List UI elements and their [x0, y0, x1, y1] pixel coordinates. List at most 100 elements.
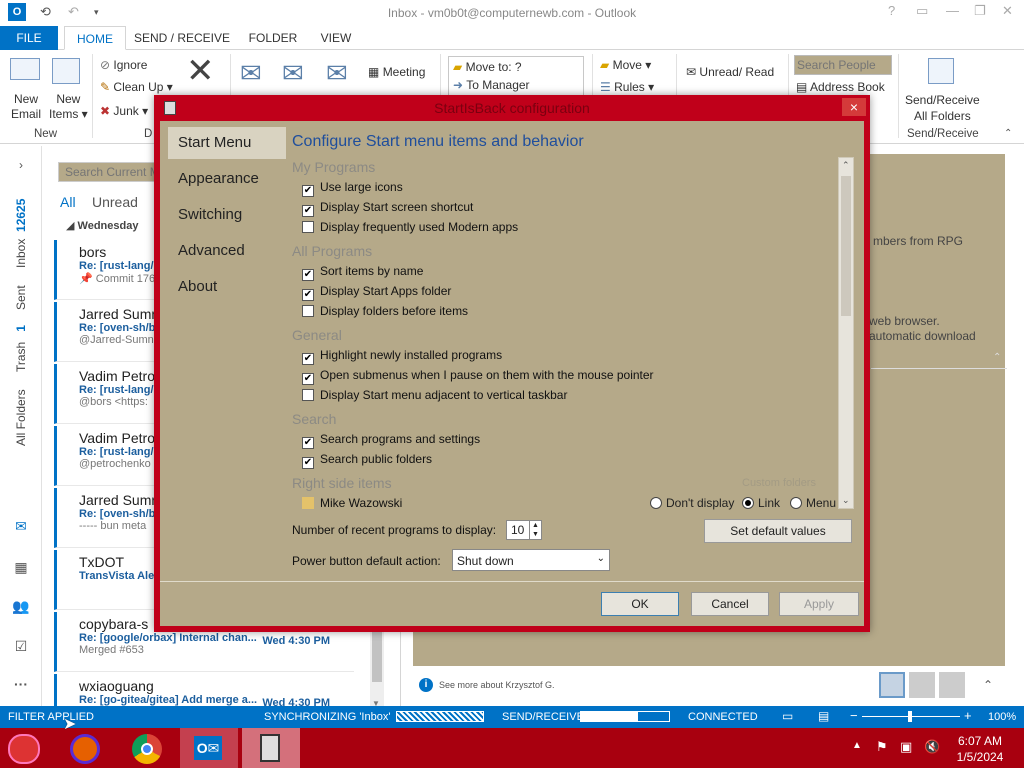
firefox-icon[interactable] [70, 734, 100, 764]
stepper-up-icon[interactable]: ▲ [529, 521, 541, 530]
chrome-icon[interactable] [132, 734, 162, 764]
right-item-row[interactable]: Mike Wazowski [302, 496, 402, 510]
network-icon[interactable]: ▣ [900, 739, 912, 755]
clock[interactable]: 6:07 AM 1/5/2024 [950, 733, 1010, 765]
option-open-submenus[interactable]: ✔ Open submenus when I pause on them with… [302, 368, 654, 385]
radio-button[interactable] [790, 497, 802, 509]
option-folders-before-items[interactable]: Display folders before items [302, 304, 468, 318]
set-default-values-button[interactable]: Set default values [704, 519, 852, 543]
option-sort-by-name[interactable]: ✔ Sort items by name [302, 264, 423, 281]
reply-icon[interactable]: ✉ [240, 58, 262, 89]
expand-people-icon[interactable]: ⌃ [983, 678, 993, 692]
sidebar-item-advanced[interactable]: Advanced [168, 235, 286, 267]
tray-overflow-icon[interactable]: ▲ [852, 740, 862, 751]
people-icon[interactable]: 👥 [12, 598, 30, 614]
radio-button-selected[interactable] [742, 497, 754, 509]
scrollbar-thumb[interactable] [841, 176, 851, 316]
scroll-up-icon[interactable]: ⌃ [842, 160, 850, 171]
nav-all-folders[interactable]: All Folders [14, 389, 28, 446]
checkbox[interactable]: ✔ [302, 269, 314, 281]
options-scrollbar[interactable]: ⌃ ⌄ [838, 157, 854, 509]
zoom-level[interactable]: 100% [988, 711, 1016, 723]
checkbox[interactable] [302, 305, 314, 317]
option-search-programs[interactable]: ✔ Search programs and settings [302, 432, 480, 449]
cancel-button[interactable]: Cancel [691, 592, 769, 616]
reply-all-icon[interactable]: ✉ [282, 58, 304, 89]
checkbox[interactable]: ✔ [302, 373, 314, 385]
option-frequent-modern-apps[interactable]: Display frequently used Modern apps [302, 220, 518, 234]
checkbox[interactable]: ✔ [302, 205, 314, 217]
scrollbar[interactable]: ▼ [370, 626, 384, 708]
help-icon[interactable]: ? [888, 3, 895, 18]
group-header[interactable]: ◢ Wednesday [66, 219, 138, 232]
quick-steps-gallery[interactable]: ▰ Move to: ? ➜ To Manager [448, 56, 584, 100]
nav-sent[interactable]: Sent [14, 285, 28, 310]
checkbox[interactable]: ✔ [302, 437, 314, 449]
sidebar-item-about[interactable]: About [168, 271, 286, 303]
forward-icon[interactable]: ✉ [326, 58, 348, 89]
nav-trash[interactable]: Trash 1 [14, 325, 28, 372]
zoom-out-icon[interactable]: − [850, 708, 858, 723]
junk-button[interactable]: ✖ Junk ▾ [100, 104, 148, 118]
nav-inbox[interactable]: Inbox 12625 [14, 199, 28, 268]
contact-avatar[interactable] [939, 672, 965, 698]
apply-button[interactable]: Apply [779, 592, 859, 616]
tasks-icon[interactable]: ☑ [12, 638, 30, 654]
reading-view-icon[interactable]: ▤ [818, 709, 829, 723]
tab-home[interactable]: HOME [64, 26, 126, 50]
ok-button[interactable]: OK [601, 592, 679, 616]
quick-step-move-to[interactable]: ▰ Move to: ? [449, 57, 583, 74]
power-button-select[interactable]: Shut down ⌄ [452, 549, 610, 571]
checkbox[interactable]: ✔ [302, 185, 314, 197]
checkbox[interactable]: ✔ [302, 289, 314, 301]
option-highlight-new[interactable]: ✔ Highlight newly installed programs [302, 348, 502, 365]
checkbox[interactable] [302, 389, 314, 401]
rules-button[interactable]: ☰ Rules ▾ [600, 80, 654, 94]
delete-icon[interactable]: ✕ [186, 54, 215, 88]
send-receive-all-button[interactable]: Send/Receive All Folders [905, 92, 980, 124]
start-button-icon[interactable] [8, 734, 40, 764]
tab-folder[interactable]: FOLDER [244, 26, 302, 50]
mail-icon[interactable]: ✉ [12, 518, 30, 534]
restore-icon[interactable]: ❐ [974, 3, 986, 19]
radio-menu[interactable]: Menu [790, 496, 836, 510]
dialog-title-bar[interactable]: StartIsBack configuration × [154, 95, 870, 121]
contact-avatar[interactable] [879, 672, 905, 698]
new-email-button[interactable]: New Email [11, 92, 41, 122]
sidebar-item-appearance[interactable]: Appearance [168, 163, 286, 195]
zoom-in-icon[interactable]: + [964, 708, 972, 723]
recent-programs-stepper[interactable]: 10 ▲ ▼ [506, 520, 542, 540]
tab-file[interactable]: FILE [0, 26, 58, 50]
checkbox[interactable]: ✔ [302, 353, 314, 365]
address-book-button[interactable]: ▤ Address Book [796, 80, 885, 94]
expand-pane-icon[interactable]: › [12, 158, 30, 172]
checkbox[interactable]: ✔ [302, 457, 314, 469]
stepper-down-icon[interactable]: ▼ [529, 530, 541, 539]
list-item[interactable]: wxiaoguang Re: [go-gitea/gitea] Add merg… [54, 674, 354, 709]
collapse-icon[interactable]: ⌃ [993, 352, 1001, 363]
option-start-apps-folder[interactable]: ✔ Display Start Apps folder [302, 284, 451, 301]
option-use-large-icons[interactable]: ✔ Use large icons [302, 180, 403, 197]
move-button[interactable]: ▰ Move ▾ [600, 58, 651, 72]
unread-read-button[interactable]: ✉ Unread/ Read [686, 65, 774, 79]
quick-step-to-manager[interactable]: ➜ To Manager [449, 74, 583, 92]
contact-avatar[interactable] [909, 672, 935, 698]
minimize-icon[interactable]: — [946, 3, 959, 18]
scroll-down-icon[interactable]: ⌄ [842, 495, 850, 506]
clean-up-button[interactable]: ✎ Clean Up ▾ [100, 80, 173, 94]
search-people-input[interactable] [794, 55, 892, 75]
checkbox[interactable] [302, 221, 314, 233]
filter-unread[interactable]: Unread [92, 194, 138, 210]
radio-link[interactable]: Link [742, 496, 780, 510]
option-search-public[interactable]: ✔ Search public folders [302, 452, 432, 469]
people-pane-text[interactable]: See more about Krzysztof G. [439, 680, 555, 690]
collapse-ribbon-icon[interactable]: ⌃ [1004, 128, 1012, 139]
option-adjacent-taskbar[interactable]: Display Start menu adjacent to vertical … [302, 388, 567, 402]
ribbon-display-icon[interactable]: ▭ [916, 3, 928, 19]
filter-status[interactable]: FILTER APPLIED [8, 711, 94, 723]
calendar-icon[interactable]: ▦ [12, 559, 30, 575]
normal-view-icon[interactable]: ▭ [782, 709, 793, 723]
volume-muted-icon[interactable]: 🔇 [924, 739, 940, 755]
scrollbar-thumb[interactable] [372, 632, 382, 682]
meeting-button[interactable]: ▦ Meeting [368, 65, 425, 79]
